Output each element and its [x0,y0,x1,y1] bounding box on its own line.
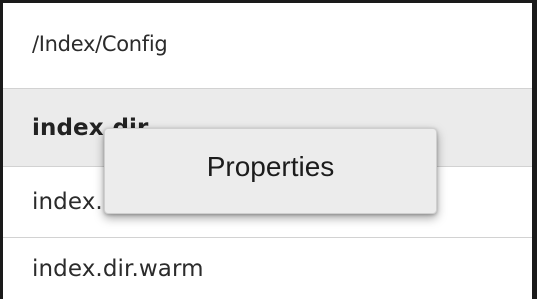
table-row[interactable]: index.dir.warm [3,238,532,299]
breadcrumb: /Index/Config [3,3,532,89]
row-label: index.dir.warm [32,256,204,282]
breadcrumb-path[interactable]: /Index/Config [32,32,168,56]
context-menu: Properties [104,128,437,214]
window-frame: /Index/Config index.dir index.dir.hot in… [0,0,537,299]
menu-item-properties[interactable]: Properties [105,151,436,191]
